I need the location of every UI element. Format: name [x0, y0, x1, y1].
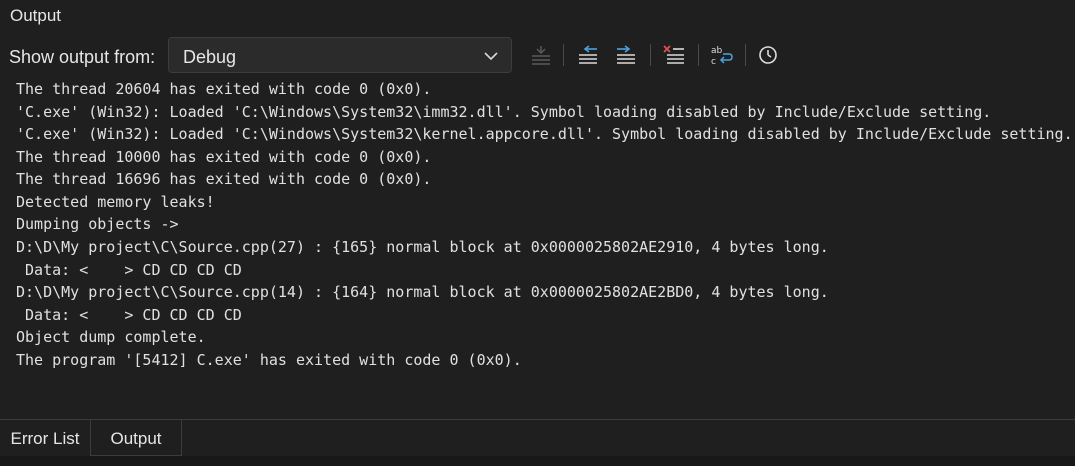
output-line: Data: < > CD CD CD CD	[16, 306, 242, 324]
output-line: Detected memory leaks!	[16, 193, 215, 211]
go-to-next-message-icon[interactable]	[613, 43, 639, 67]
output-line: 'C.exe' (Win32): Loaded 'C:\Windows\Syst…	[16, 103, 992, 121]
output-line: D:\D\My project\C\Source.cpp(27) : {165}…	[16, 238, 829, 256]
clear-all-icon[interactable]	[661, 43, 687, 67]
tab-error-list-label: Error List	[10, 429, 80, 448]
panel-title: Output	[10, 6, 62, 25]
output-line: D:\D\My project\C\Source.cpp(14) : {164}…	[16, 283, 829, 301]
toggle-timestamp-icon[interactable]	[755, 43, 781, 67]
output-line: The thread 16696 has exited with code 0 …	[16, 170, 432, 188]
output-line: Object dump complete.	[16, 328, 206, 346]
toggle-word-wrap-icon[interactable]: ab c	[708, 43, 734, 67]
show-output-from-label: Show output from:	[9, 47, 156, 67]
svg-text:c: c	[711, 57, 716, 67]
tab-error-list[interactable]: Error List	[0, 420, 90, 456]
output-line: 'C.exe' (Win32): Loaded 'C:\Windows\Syst…	[16, 125, 1073, 143]
output-line: Dumping objects ->	[16, 215, 179, 233]
output-text-area[interactable]: The thread 20604 has exited with code 0 …	[0, 76, 1075, 416]
output-line: Data: < > CD CD CD CD	[16, 261, 242, 279]
output-source-value: Debug	[183, 47, 237, 67]
tab-output-label: Output	[110, 429, 162, 448]
go-to-previous-message-icon[interactable]	[575, 43, 601, 67]
toolbar-separator	[650, 44, 651, 66]
tab-output[interactable]: Output	[90, 420, 182, 456]
toolbar-separator	[745, 44, 746, 66]
toolbar-separator	[563, 44, 564, 66]
chevron-down-icon	[484, 52, 498, 61]
toolbar-separator	[698, 44, 699, 66]
output-line: The thread 20604 has exited with code 0 …	[16, 80, 432, 98]
find-message-icon[interactable]	[528, 43, 554, 67]
output-panel: Output Show output from: Debug ab c The …	[0, 0, 1075, 466]
output-line: The program '[5412] C.exe' has exited wi…	[16, 351, 522, 369]
svg-text:ab: ab	[711, 46, 723, 56]
status-strip	[0, 456, 1075, 466]
output-toolbar: Show output from: Debug ab c	[0, 36, 1075, 74]
output-line: The thread 10000 has exited with code 0 …	[16, 148, 432, 166]
output-source-dropdown[interactable]: Debug	[168, 37, 512, 73]
